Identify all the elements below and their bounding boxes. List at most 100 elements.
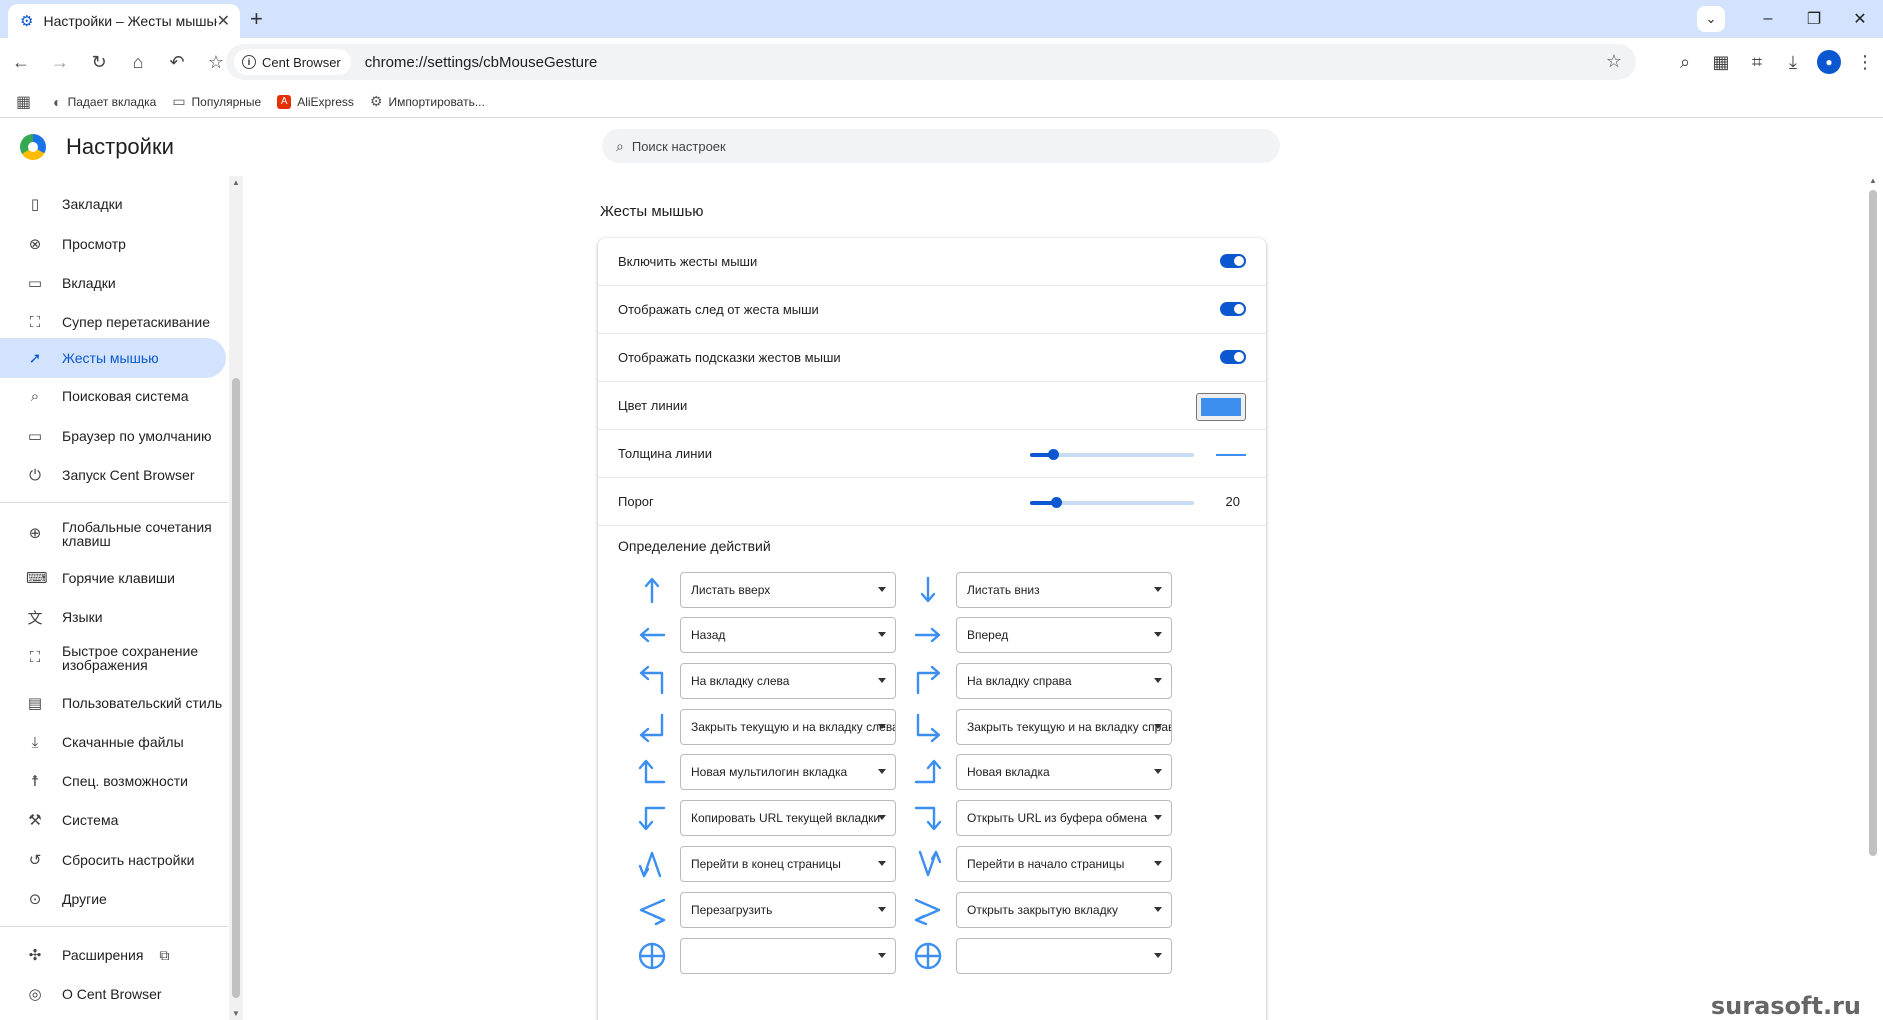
dropdown-caret-icon <box>1154 769 1162 774</box>
sidebar-item-tabs[interactable]: ▭ Вкладки <box>0 263 226 303</box>
minimize-button[interactable]: – <box>1745 10 1791 28</box>
slider-knob[interactable] <box>1051 497 1063 508</box>
gesture-down-icon <box>920 576 936 603</box>
browser-tab[interactable]: ⚙ Настройки – Жесты мышью ✕ <box>8 4 240 38</box>
url-text[interactable]: chrome://settings/cbMouseGesture <box>365 54 598 71</box>
downloads-button[interactable]: ⤓ <box>1775 44 1811 80</box>
gesture-action-select[interactable]: Копировать URL текущей вкладки <box>680 800 896 836</box>
reload-button[interactable]: ↻ <box>81 44 117 80</box>
bookmark-item[interactable]: ⚙ Импортировать... <box>370 93 485 110</box>
line-color-picker[interactable] <box>1196 393 1246 421</box>
gesture-action-select[interactable]: Открыть закрытую вкладку <box>956 892 1172 928</box>
show-trail-toggle[interactable] <box>1220 302 1246 316</box>
restore-button[interactable]: ❐ <box>1791 9 1837 29</box>
slider-knob[interactable] <box>1047 449 1059 460</box>
search-button[interactable]: ⌕ <box>1667 44 1703 80</box>
tab-search-button[interactable]: ⌄ <box>1697 6 1725 32</box>
select-value: Открыть URL из буфера обмена <box>967 811 1148 825</box>
crop-button[interactable]: ⌗ <box>1739 44 1775 80</box>
gesture-action-select[interactable]: Перейти в конец страницы <box>680 846 896 882</box>
scroll-up-arrow-icon[interactable]: ▲ <box>232 178 240 187</box>
menu-button[interactable]: ⋮ <box>1847 44 1883 80</box>
sidebar-item-startup[interactable]: ⏻ Запуск Cent Browser <box>0 455 226 495</box>
select-value: Перезагрузить <box>691 903 773 917</box>
sidebar-item-default-browser[interactable]: ▭ Браузер по умолчанию <box>0 416 226 456</box>
sidebar-item-about[interactable]: ◎ О Cent Browser <box>0 974 226 1014</box>
home-button[interactable]: ⌂ <box>120 44 156 80</box>
sidebar-item-view[interactable]: ⊗ Просмотр <box>0 224 226 264</box>
sidebar-item-downloads[interactable]: ⤓ Скачанные файлы <box>0 722 226 762</box>
bookmark-item[interactable]: ◐ Падает вкладка <box>53 94 156 110</box>
threshold-slider[interactable] <box>1030 497 1194 508</box>
bookmark-folder[interactable]: ▭ Популярные <box>172 93 261 110</box>
scroll-up-arrow-icon[interactable]: ▲ <box>1869 176 1877 185</box>
gesture-action-select[interactable]: Вперед <box>956 617 1172 653</box>
sidebar-item-user-style[interactable]: ▤ Пользовательский стиль <box>0 683 226 723</box>
sidebar-item-search-engine[interactable]: ⌕ Поисковая система <box>0 376 226 416</box>
gesture-action-select[interactable]: На вкладку слева <box>680 663 896 699</box>
power-icon: ⏻ <box>29 466 41 484</box>
actions-title: Определение действий <box>618 538 771 554</box>
bookmark-page-star-icon[interactable]: ☆ <box>1606 51 1622 72</box>
sidebar-item-super-drag[interactable]: ⛶ Супер перетаскивание <box>0 302 226 342</box>
back-button[interactable]: ← <box>3 44 39 80</box>
dropdown-caret-icon <box>878 769 886 774</box>
bookmark-item[interactable]: A AliExpress <box>277 94 354 109</box>
sidebar-item-mouse-gestures[interactable]: ➚ Жесты мышью <box>0 338 226 378</box>
scroll-down-arrow-icon[interactable]: ▼ <box>232 1009 240 1018</box>
sidebar-item-reset[interactable]: ↺ Сбросить настройки <box>0 840 226 880</box>
sidebar-item-system[interactable]: ⚒ Система <box>0 800 226 840</box>
sidebar-item-label: Расширения <box>62 947 144 963</box>
gesture-action-select[interactable]: Назад <box>680 617 896 653</box>
scrollbar-thumb[interactable] <box>1869 190 1877 856</box>
site-info-chip[interactable]: i Cent Browser <box>234 49 351 75</box>
gesture-action-select[interactable]: Новая мультилогин вкладка <box>680 754 896 790</box>
thickness-slider[interactable] <box>1030 449 1194 460</box>
gesture-action-select[interactable]: Открыть URL из буфера обмена <box>956 800 1172 836</box>
forward-button[interactable]: → <box>42 44 78 80</box>
gesture-action-select[interactable]: Листать вверх <box>680 572 896 608</box>
undo-close-button[interactable]: ↶ <box>159 44 195 80</box>
gesture-action-select[interactable] <box>956 938 1172 974</box>
magnifier-icon: ⌕ <box>1679 51 1691 72</box>
gesture-action-select[interactable]: Перезагрузить <box>680 892 896 928</box>
search-icon: ⌕ <box>30 387 40 405</box>
sidebar-item-hotkeys[interactable]: ⌨ Горячие клавиши <box>0 558 226 598</box>
profile-avatar[interactable]: ● <box>1817 50 1841 74</box>
sidebar-item-languages[interactable]: 文 Языки <box>0 597 226 637</box>
address-bar[interactable]: i Cent Browser chrome://settings/cbMouse… <box>226 44 1636 80</box>
new-tab-button[interactable]: + <box>250 8 263 30</box>
main-scrollbar[interactable]: ▲ <box>1866 176 1880 1020</box>
apps-grid-icon: ▦ <box>16 93 32 111</box>
sidebar-item-label: Супер перетаскивание <box>62 314 211 330</box>
gesture-up-right-icon <box>916 665 941 695</box>
gesture-action-select[interactable]: Новая вкладка <box>956 754 1172 790</box>
close-tab-icon[interactable]: ✕ <box>217 11 230 31</box>
enable-gestures-toggle[interactable] <box>1220 254 1246 268</box>
gesture-action-select[interactable]: Листать вниз <box>956 572 1172 608</box>
sidebar-item-label: О Cent Browser <box>62 986 162 1002</box>
gesture-circle-icon <box>638 942 666 970</box>
select-value: Новая вкладка <box>967 765 1050 779</box>
sidebar-scrollbar[interactable]: ▲ ▼ <box>229 176 243 1020</box>
close-window-button[interactable]: ✕ <box>1837 9 1883 29</box>
scrollbar-thumb[interactable] <box>232 378 240 998</box>
sidebar-item-quick-save[interactable]: ⛶ Быстрое сохранение изображения <box>0 638 226 678</box>
sidebar-item-bookmarks[interactable]: ▯ Закладки <box>0 184 226 224</box>
settings-search-input[interactable]: ⌕ Поиск настроек <box>602 129 1280 163</box>
dropdown-caret-icon <box>878 587 886 592</box>
gesture-action-select[interactable]: Перейти в начало страницы <box>956 846 1172 882</box>
sidebar-item-extensions[interactable]: ✣ Расширения ⧉ <box>0 935 226 975</box>
gesture-action-select[interactable]: Закрыть текущую и на вкладку слева <box>680 709 896 745</box>
gesture-action-select[interactable]: Закрыть текущую и на вкладку справа <box>956 709 1172 745</box>
gesture-action-select[interactable]: На вкладку справа <box>956 663 1172 699</box>
sidebar-item-accessibility[interactable]: ☨ Спец. возможности <box>0 761 226 801</box>
sidebar-item-other[interactable]: ⊙ Другие <box>0 879 226 919</box>
sidebar-item-label: Пользовательский стиль <box>62 695 223 711</box>
gesture-action-select[interactable] <box>680 938 896 974</box>
qr-button[interactable]: ▦ <box>1703 44 1739 80</box>
gesture-left-down-icon <box>638 806 666 831</box>
sidebar-item-global-shortcuts[interactable]: ⊕ Глобальные сочетания клавиш <box>0 514 226 554</box>
apps-button[interactable]: ▦ <box>16 92 37 112</box>
show-hints-toggle[interactable] <box>1220 350 1246 364</box>
